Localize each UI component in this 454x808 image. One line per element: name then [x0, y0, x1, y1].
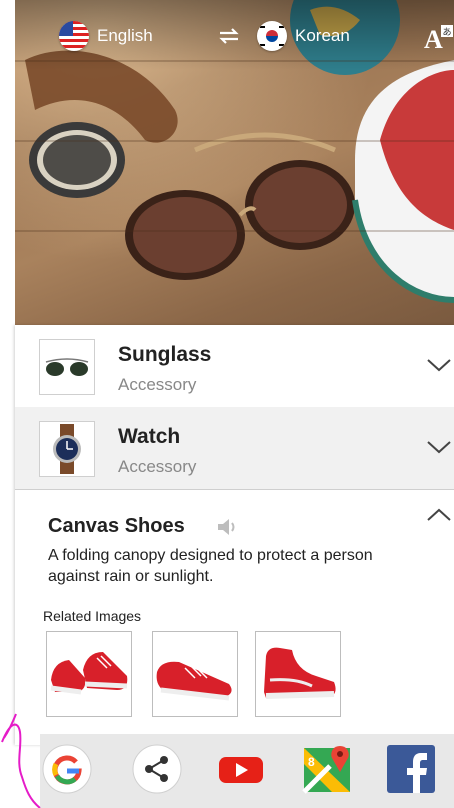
related-image-3[interactable] [255, 631, 341, 717]
swap-arrows-icon[interactable] [217, 24, 241, 48]
language-bar: English Korean A あ [15, 0, 454, 70]
item-category: Accessory [118, 457, 197, 476]
expanded-item-description: A folding canopy designed to protect a p… [48, 547, 373, 585]
target-language-selector[interactable]: Korean [257, 20, 350, 52]
target-language-label: Korean [295, 26, 350, 45]
font-translate-icon[interactable]: A あ [423, 22, 454, 52]
sunglass-thumbnail [39, 339, 95, 395]
chevron-down-icon[interactable] [426, 357, 452, 373]
korea-flag-icon [257, 21, 287, 51]
list-item-sunglass[interactable]: Sunglass Accessory [15, 325, 454, 408]
expanded-item-title: Canvas Shoes [48, 515, 185, 537]
facebook-icon[interactable] [386, 744, 436, 794]
watch-thumbnail [39, 421, 95, 477]
share-bar: 8 [40, 734, 454, 808]
us-flag-icon [59, 21, 89, 51]
maps-icon[interactable]: 8 [302, 744, 352, 794]
svg-text:あ: あ [443, 27, 452, 38]
related-image-2[interactable] [152, 631, 238, 717]
item-title: Watch [118, 425, 181, 448]
share-icon[interactable] [132, 744, 182, 794]
item-category: Accessory [118, 375, 197, 394]
source-language-label: English [97, 26, 153, 45]
speaker-icon[interactable] [216, 517, 242, 537]
svg-text:A: A [424, 25, 443, 52]
svg-text:8: 8 [308, 755, 315, 769]
expanded-item-canvas-shoes: Canvas Shoes A folding canopy designed t… [15, 489, 454, 745]
pen-annotation-scribble [1, 713, 41, 808]
chevron-down-icon[interactable] [426, 439, 452, 455]
list-item-watch[interactable]: Watch Accessory [15, 407, 454, 490]
related-images-label: Related Images [43, 608, 142, 624]
youtube-icon[interactable] [216, 744, 266, 794]
related-image-1[interactable] [46, 631, 132, 717]
source-language-selector[interactable]: English [59, 20, 153, 52]
item-list: Sunglass Accessory Watch Accessory Canva… [15, 325, 454, 745]
item-title: Sunglass [118, 343, 212, 366]
chevron-up-icon[interactable] [426, 507, 452, 523]
